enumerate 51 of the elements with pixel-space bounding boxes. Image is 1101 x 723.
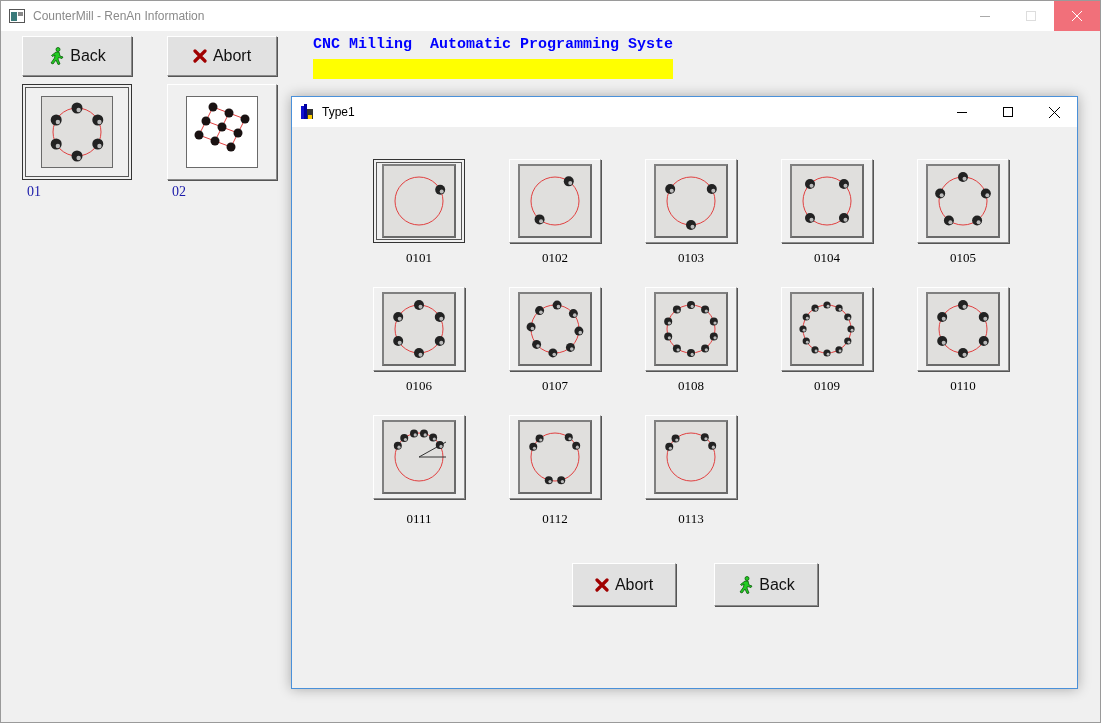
hole-pattern-icon bbox=[518, 292, 592, 366]
pattern-label: 0110 bbox=[950, 377, 976, 395]
pattern-label: 0101 bbox=[406, 249, 432, 267]
hole-pattern-icon bbox=[382, 292, 456, 366]
pattern-label: 0113 bbox=[678, 510, 704, 528]
header-title: CNC Milling Automatic Programming Syste bbox=[313, 36, 674, 54]
category-button[interactable] bbox=[22, 84, 132, 180]
back-button[interactable]: Back bbox=[714, 563, 818, 606]
pattern-label: 0107 bbox=[542, 377, 568, 395]
category-label: 02 bbox=[172, 183, 186, 201]
x-icon bbox=[594, 577, 609, 592]
category-label: 01 bbox=[27, 183, 41, 201]
hole-pattern-icon bbox=[790, 292, 864, 366]
hole-pattern-icon bbox=[654, 164, 728, 238]
minimize-icon bbox=[980, 15, 990, 17]
pattern-label: 0108 bbox=[678, 377, 704, 395]
running-figure-icon bbox=[737, 575, 754, 594]
maximize-icon bbox=[1026, 11, 1036, 21]
pattern-label: 0103 bbox=[678, 249, 704, 267]
hole-pattern-icon bbox=[790, 164, 864, 238]
pattern-label: 0102 bbox=[542, 249, 568, 267]
pattern-label: 0105 bbox=[950, 249, 976, 267]
hole-pattern-icon bbox=[926, 164, 1000, 238]
hole-pattern-icon bbox=[41, 96, 113, 168]
hole-pattern-icon bbox=[382, 164, 456, 238]
hole-pattern-icon bbox=[518, 420, 592, 494]
hole-pattern-icon bbox=[654, 292, 728, 366]
hole-grid-icon bbox=[186, 96, 258, 168]
close-icon bbox=[1072, 11, 1082, 21]
hole-pattern-icon bbox=[518, 164, 592, 238]
pattern-label: 0112 bbox=[542, 510, 568, 528]
pattern-label: 0111 bbox=[406, 510, 432, 528]
close-icon bbox=[1048, 106, 1060, 118]
pattern-label: 0109 bbox=[814, 377, 840, 395]
window-title: CounterMill - RenAn Information bbox=[33, 8, 205, 25]
back-button[interactable]: Back bbox=[22, 36, 132, 76]
abort-button[interactable]: Abort bbox=[572, 563, 676, 606]
hole-pattern-icon bbox=[654, 420, 728, 494]
pattern-label: 0106 bbox=[406, 377, 432, 395]
hole-pattern-icon bbox=[382, 420, 456, 494]
running-figure-icon bbox=[48, 47, 65, 65]
pattern-label: 0104 bbox=[814, 249, 840, 267]
abort-button[interactable]: Abort bbox=[167, 36, 277, 76]
x-icon bbox=[192, 49, 207, 63]
maximize-icon bbox=[1003, 107, 1013, 117]
pattern-button[interactable] bbox=[373, 159, 465, 243]
dialog-title: Type1 bbox=[322, 104, 355, 121]
app-icon bbox=[9, 9, 25, 23]
minimize-icon bbox=[957, 111, 967, 113]
app-icon bbox=[300, 104, 316, 120]
hole-pattern-icon bbox=[926, 292, 1000, 366]
